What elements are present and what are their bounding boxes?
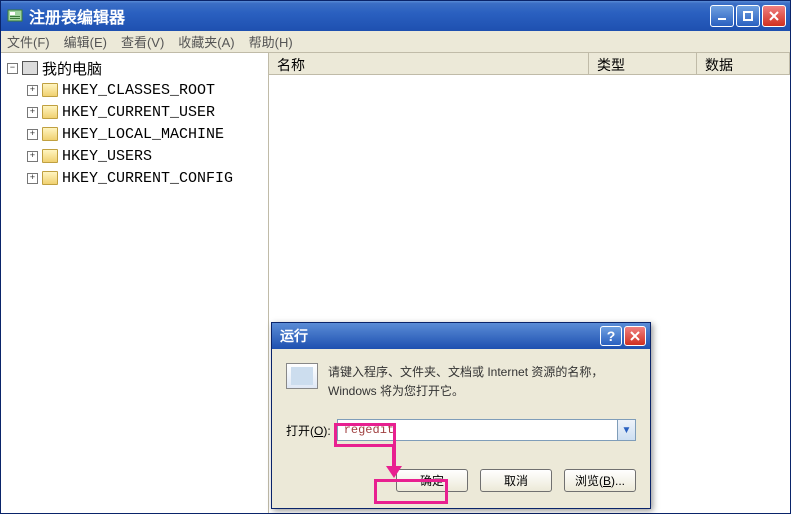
menu-view[interactable]: 查看(V)	[121, 32, 164, 51]
folder-icon	[42, 149, 58, 163]
tree-item-label: HKEY_CURRENT_USER	[62, 104, 215, 121]
run-titlebar[interactable]: 运行 ?	[272, 323, 650, 349]
list-header: 名称 类型 数据	[269, 53, 790, 75]
open-combobox[interactable]: ▼	[337, 419, 636, 441]
column-name[interactable]: 名称	[269, 53, 589, 74]
tree-item[interactable]: + HKEY_USERS	[3, 145, 266, 167]
open-label: 打开(O):	[286, 422, 331, 439]
expander-icon[interactable]: +	[27, 107, 38, 118]
tree-item[interactable]: + HKEY_CURRENT_CONFIG	[3, 167, 266, 189]
folder-icon	[42, 171, 58, 185]
expander-icon[interactable]: +	[27, 151, 38, 162]
window-title: 注册表编辑器	[29, 4, 710, 28]
tree-root[interactable]: − 我的电脑	[3, 57, 266, 79]
expander-icon[interactable]: +	[27, 173, 38, 184]
menu-help[interactable]: 帮助(H)	[249, 32, 293, 51]
run-buttons: 确定 取消 浏览(B)...	[286, 469, 636, 492]
tree-root-label: 我的电脑	[42, 58, 102, 79]
run-description: 请键入程序、文件夹、文档或 Internet 资源的名称，Windows 将为您…	[328, 363, 636, 401]
minimize-button[interactable]	[710, 5, 734, 27]
run-body: 请键入程序、文件夹、文档或 Internet 资源的名称，Windows 将为您…	[272, 349, 650, 508]
column-type[interactable]: 类型	[589, 53, 697, 74]
cancel-button[interactable]: 取消	[480, 469, 552, 492]
menu-edit[interactable]: 编辑(E)	[64, 32, 107, 51]
tree-item-label: HKEY_USERS	[62, 148, 152, 165]
folder-icon	[42, 127, 58, 141]
folder-icon	[42, 105, 58, 119]
expander-icon[interactable]: +	[27, 85, 38, 96]
tree-item-label: HKEY_LOCAL_MACHINE	[62, 126, 224, 143]
tree-item-label: HKEY_CLASSES_ROOT	[62, 82, 215, 99]
menu-favorites[interactable]: 收藏夹(A)	[178, 32, 234, 51]
run-dialog[interactable]: 运行 ? 请键入程序、文件夹、文档或 Internet 资源的名称，Window…	[271, 322, 651, 509]
tree-item[interactable]: + HKEY_LOCAL_MACHINE	[3, 123, 266, 145]
help-button[interactable]: ?	[600, 326, 622, 346]
menubar: 文件(F) 编辑(E) 查看(V) 收藏夹(A) 帮助(H)	[1, 31, 790, 53]
open-row: 打开(O): ▼	[286, 419, 636, 441]
folder-icon	[42, 83, 58, 97]
tree-item-label: HKEY_CURRENT_CONFIG	[62, 170, 233, 187]
tree-pane[interactable]: − 我的电脑 + HKEY_CLASSES_ROOT + HKEY_CURREN…	[1, 53, 269, 513]
maximize-button[interactable]	[736, 5, 760, 27]
tree-item[interactable]: + HKEY_CURRENT_USER	[3, 101, 266, 123]
run-app-icon	[286, 363, 318, 389]
expander-icon[interactable]: +	[27, 129, 38, 140]
ok-button[interactable]: 确定	[396, 469, 468, 492]
run-dialog-title: 运行	[280, 326, 598, 346]
column-data[interactable]: 数据	[697, 53, 790, 74]
run-description-row: 请键入程序、文件夹、文档或 Internet 资源的名称，Windows 将为您…	[286, 363, 636, 401]
close-button[interactable]	[762, 5, 786, 27]
run-close-button[interactable]	[624, 326, 646, 346]
open-input[interactable]	[337, 419, 618, 441]
menu-file[interactable]: 文件(F)	[7, 32, 50, 51]
regedit-icon	[7, 8, 23, 24]
computer-icon	[22, 61, 38, 75]
dropdown-icon[interactable]: ▼	[618, 419, 636, 441]
expander-icon[interactable]: −	[7, 63, 18, 74]
main-titlebar[interactable]: 注册表编辑器	[1, 1, 790, 31]
browse-button[interactable]: 浏览(B)...	[564, 469, 636, 492]
tree-item[interactable]: + HKEY_CLASSES_ROOT	[3, 79, 266, 101]
window-controls	[710, 5, 786, 27]
